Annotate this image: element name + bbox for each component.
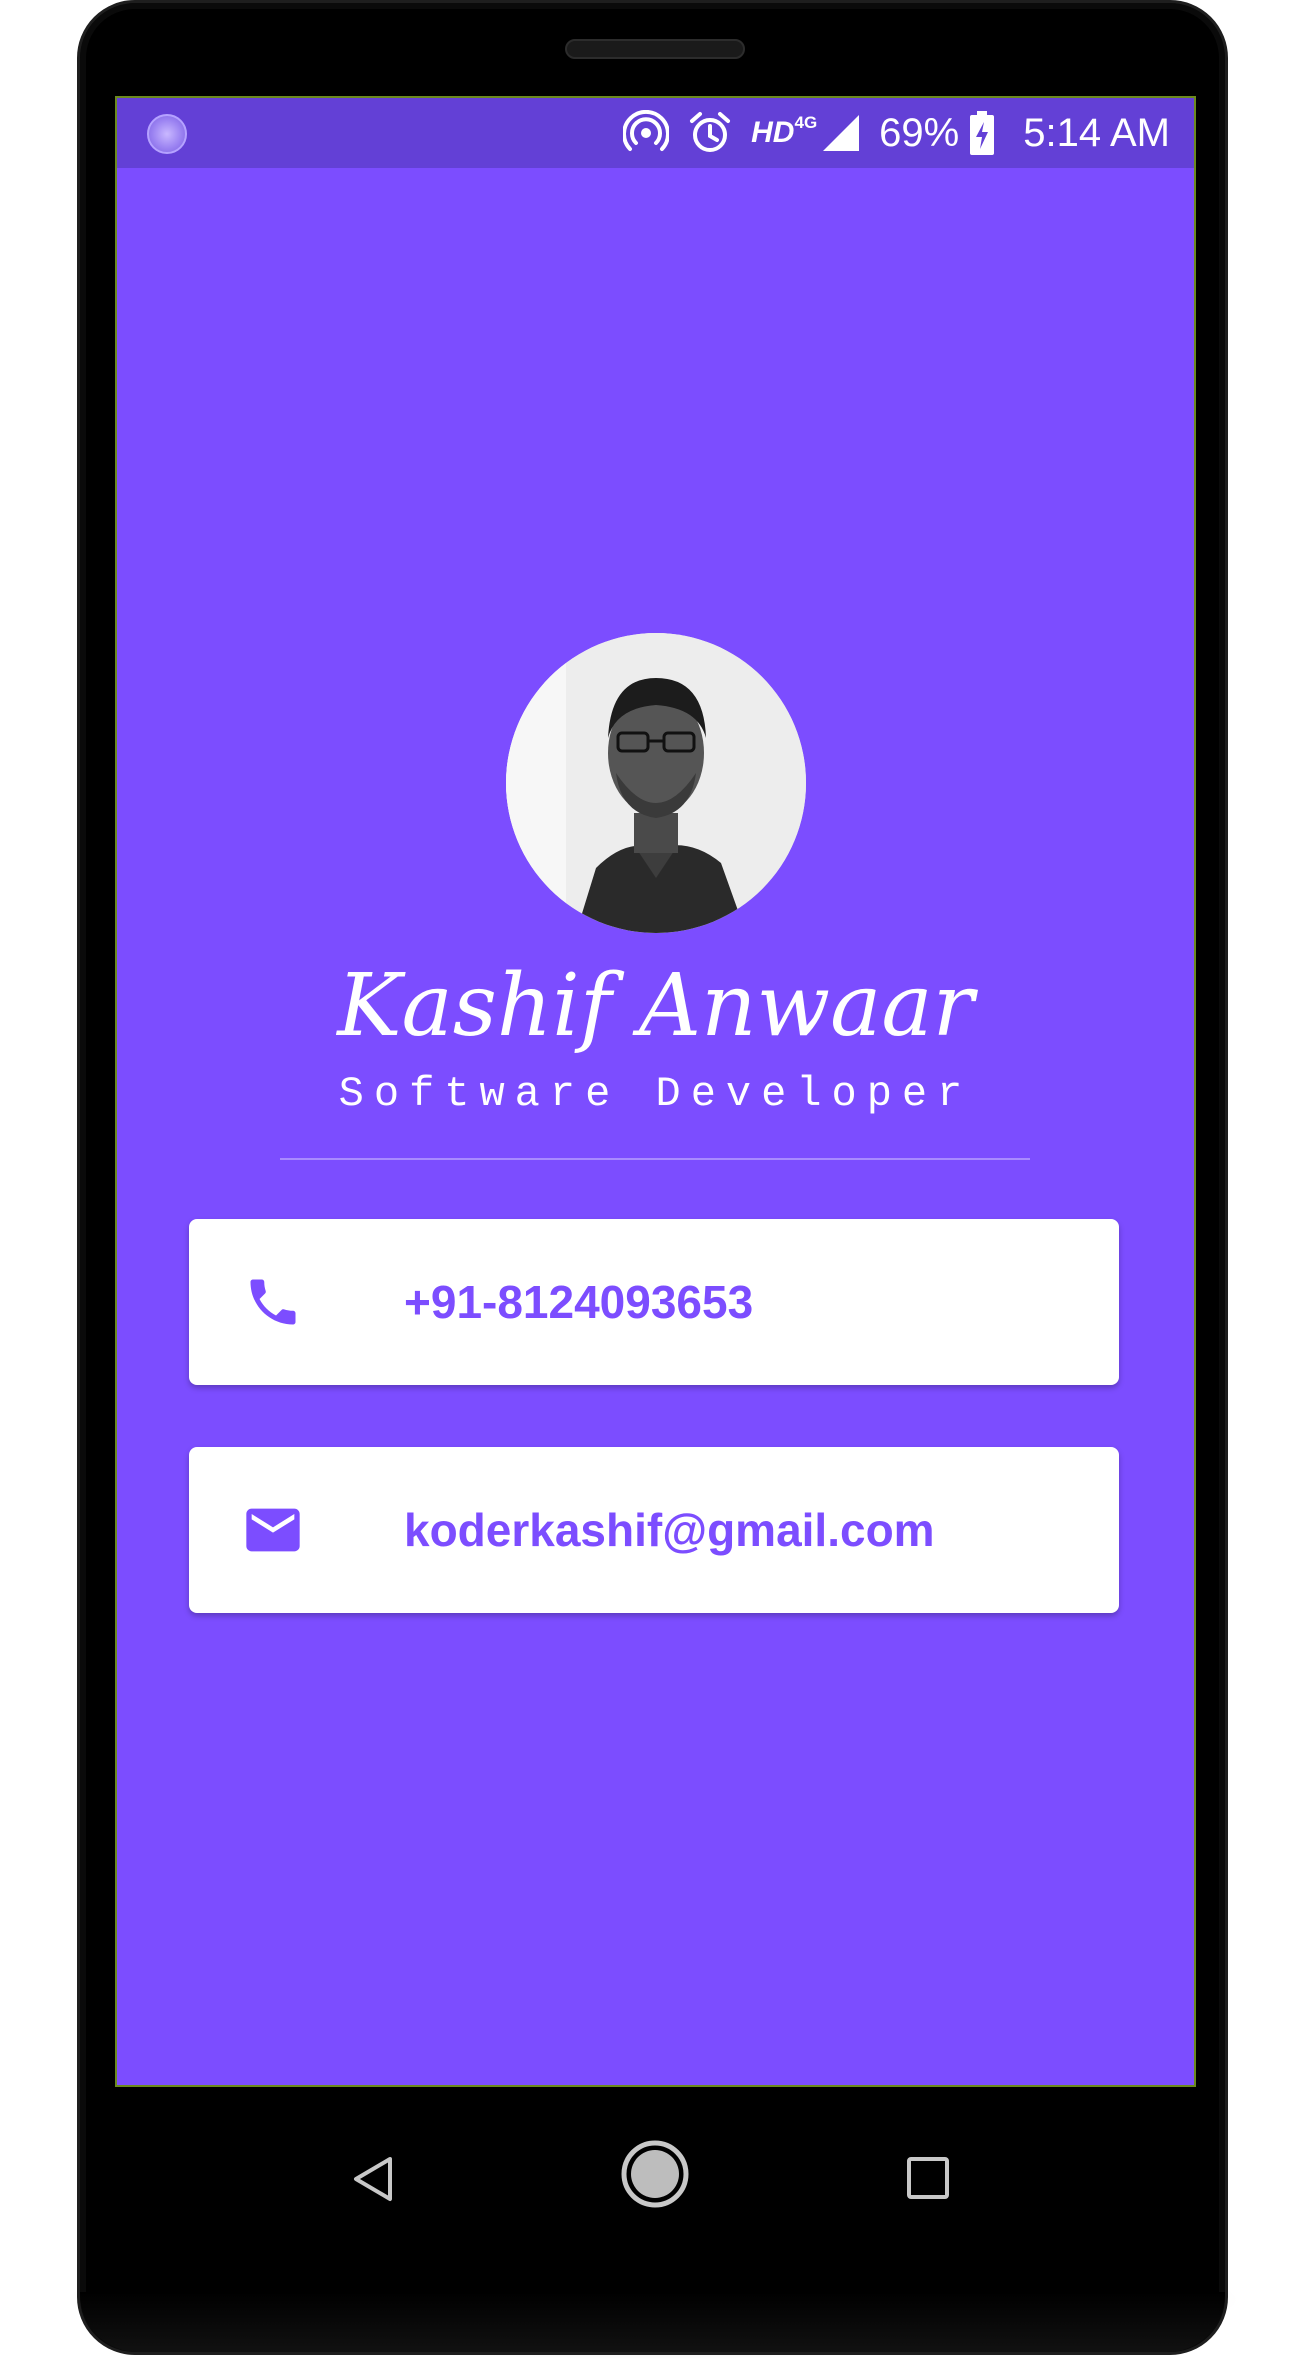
profile-title: Software Developer: [338, 1070, 973, 1118]
profile-avatar: [506, 633, 806, 933]
app-screen: HD4G 69% 5:14 AM Kashif Anwaar Software …: [115, 96, 1196, 2087]
back-icon[interactable]: [350, 2154, 396, 2209]
notification-app-icon: [147, 114, 187, 154]
email-card[interactable]: koderkashif@gmail.com: [189, 1447, 1119, 1613]
phone-number[interactable]: +91-8124093653: [404, 1275, 753, 1329]
recents-icon[interactable]: [905, 2155, 951, 2206]
network-generation-label: 4G: [794, 113, 818, 132]
status-icons: HD4G 69% 5:14 AM: [623, 98, 1170, 168]
status-bar: HD4G 69% 5:14 AM: [117, 98, 1194, 168]
email-icon: [241, 1498, 305, 1562]
network-type-label: HD4G: [751, 113, 818, 150]
profile-divider: [280, 1158, 1030, 1160]
profile-name: Kashif Anwaar: [337, 956, 974, 1056]
phone-device-frame: HD4G 69% 5:14 AM Kashif Anwaar Software …: [77, 0, 1228, 2355]
battery-charging-icon: [969, 110, 995, 156]
phone-icon: [241, 1270, 305, 1334]
phone-card[interactable]: +91-8124093653: [189, 1219, 1119, 1385]
home-icon[interactable]: [620, 2139, 690, 2214]
device-bottom-lip: [80, 2292, 1225, 2352]
signal-icon: [821, 113, 861, 153]
email-address[interactable]: koderkashif@gmail.com: [404, 1503, 935, 1557]
battery-percent: 69%: [879, 110, 960, 155]
alarm-icon: [687, 110, 733, 156]
earpiece-speaker: [565, 39, 745, 59]
navigation-bar: [115, 2089, 1196, 2269]
network-hd-label: HD: [751, 116, 795, 149]
hotspot-icon: [623, 110, 670, 156]
status-clock: 5:14 AM: [1023, 110, 1170, 155]
